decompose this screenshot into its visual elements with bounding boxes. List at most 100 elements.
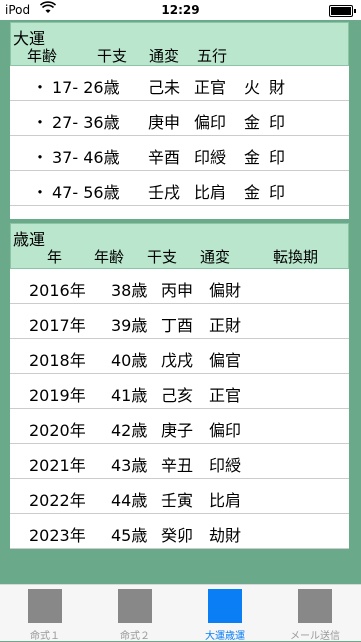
- col-age: 年齢: [94, 248, 125, 266]
- sainun-row[interactable]: 2021年 43歳 辛丑 印綬: [10, 444, 349, 479]
- daiun-gogyo2: 比: [269, 214, 285, 219]
- daiun-bullet: ・: [32, 113, 49, 132]
- sainun-panel: 歳運 年 年齢 干支 通変 転換期 2016年 38歳 丙申 偏財 2017年 39歳 丁酉…: [10, 223, 349, 549]
- sainun-year: 2018年: [29, 351, 86, 370]
- square-icon: [298, 589, 332, 623]
- sainun-kanshi: 壬寅: [161, 491, 194, 510]
- sainun-kanshi: 辛丑: [161, 456, 194, 475]
- sainun-row[interactable]: 2018年 40歳 戊戌 偏官: [10, 339, 349, 374]
- daiun-gogyo1: 水: [244, 214, 260, 219]
- sainun-year: 2016年: [29, 281, 86, 300]
- col-tsuhen: 通変: [149, 47, 180, 65]
- daiun-kanshi: 己未: [148, 78, 181, 97]
- sainun-kanshi: 丙申: [161, 281, 194, 300]
- col-tsuhen: 通変: [200, 248, 231, 266]
- col-kanshi: 干支: [147, 248, 178, 266]
- sainun-tsuhen: 印綬: [209, 456, 242, 475]
- daiun-gogyo1: 金: [244, 183, 261, 202]
- daiun-tsuhen: 比肩: [194, 183, 227, 202]
- col-tenkanki: 転換期: [273, 248, 319, 266]
- sainun-kanshi: 庚子: [161, 421, 194, 440]
- status-bar: iPod 12:29: [0, 0, 361, 20]
- daiun-gogyo1: 金: [244, 113, 261, 132]
- sainun-year: 2019年: [29, 386, 86, 405]
- daiun-row[interactable]: ・ 17- 26歳 己未 正官火財: [10, 66, 349, 101]
- daiun-row[interactable]: ・ 47- 56歳 壬戌 比肩金印: [10, 171, 349, 206]
- daiun-age: 27- 36歳: [52, 113, 120, 132]
- daiun-gogyo2: 印: [269, 183, 286, 202]
- sainun-row[interactable]: 2023年 45歳 癸卯 劫財: [10, 514, 349, 549]
- daiun-kanshi: 庚申: [148, 113, 181, 132]
- daiun-title: 大運: [13, 29, 46, 48]
- daiun-row[interactable]: ・ 57- 66歳 癸亥 劫財 水 比: [10, 206, 349, 219]
- daiun-bullet: ・: [32, 183, 49, 202]
- daiun-gogyo2: 印: [269, 148, 286, 167]
- col-year: 年: [47, 248, 63, 266]
- daiun-bullet: ・: [32, 148, 49, 167]
- sainun-tsuhen: 偏印: [209, 421, 242, 440]
- sainun-tsuhen: 偏財: [209, 281, 242, 300]
- sainun-tsuhen: 正財: [209, 316, 242, 335]
- sainun-row[interactable]: 2022年 44歳 壬寅 比肩: [10, 479, 349, 514]
- daiun-tsuhen: 正官: [194, 78, 227, 97]
- daiun-gogyo2: 印: [269, 113, 286, 132]
- tab-3[interactable]: メール送信: [270, 585, 360, 642]
- daiun-age: 57- 66歳: [52, 214, 120, 219]
- col-age: 年齢: [27, 47, 58, 65]
- sainun-age: 42歳: [111, 421, 148, 440]
- daiun-tsuhen: 印綬: [194, 148, 227, 167]
- daiun-age: 47- 56歳: [52, 183, 120, 202]
- sainun-year: 2023年: [29, 526, 86, 545]
- daiun-gogyo1: 火: [244, 78, 261, 97]
- col-kanshi: 干支: [97, 47, 128, 65]
- square-icon: [28, 589, 62, 623]
- daiun-row[interactable]: ・ 27- 36歳 庚申 偏印金印: [10, 101, 349, 136]
- sainun-year: 2022年: [29, 491, 86, 510]
- sainun-year: 2017年: [29, 316, 86, 335]
- sainun-age: 38歳: [111, 281, 148, 300]
- battery-icon: [329, 5, 356, 17]
- tab-1[interactable]: 命式２: [90, 585, 180, 642]
- tab-0[interactable]: 命式１: [0, 585, 90, 642]
- daiun-kanshi: 癸亥: [148, 214, 180, 219]
- sainun-row[interactable]: 2020年 42歳 庚子 偏印: [10, 409, 349, 444]
- daiun-panel: 大運 年齢 干支 通変 五行 ・ 17- 26歳 己未 正官火財・ 27- 36歳 庚申偏…: [10, 22, 349, 219]
- daiun-kanshi: 辛酉: [148, 148, 181, 167]
- daiun-kanshi: 壬戌: [148, 183, 181, 202]
- col-gogyo: 五行: [197, 47, 228, 65]
- sainun-kanshi: 癸卯: [161, 526, 194, 545]
- tab-2[interactable]: 大運歳運: [180, 585, 270, 642]
- sainun-list[interactable]: 2016年 38歳 丙申 偏財 2017年 39歳 丁酉 正財 2018年 40歳 戊戌 偏官 2019…: [10, 269, 349, 549]
- status-time: 12:29: [161, 3, 200, 17]
- daiun-list[interactable]: ・ 17- 26歳 己未 正官火財・ 27- 36歳 庚申 偏印金印・ 37- 46歳 辛酉 印綬…: [10, 66, 349, 219]
- sainun-tsuhen: 正官: [209, 386, 242, 405]
- sainun-age: 39歳: [111, 316, 148, 335]
- sainun-year: 2020年: [29, 421, 86, 440]
- daiun-gogyo1: 金: [244, 148, 261, 167]
- sainun-age: 45歳: [111, 526, 148, 545]
- sainun-age: 41歳: [111, 386, 148, 405]
- sainun-row[interactable]: 2019年 41歳 己亥 正官: [10, 374, 349, 409]
- sainun-title: 歳運: [13, 230, 46, 249]
- daiun-header: 大運 年齢 干支 通変 五行: [10, 22, 349, 66]
- sainun-kanshi: 丁酉: [161, 316, 194, 335]
- sainun-tsuhen: 劫財: [209, 526, 242, 545]
- square-icon: [208, 589, 242, 623]
- sainun-age: 44歳: [111, 491, 148, 510]
- daiun-gogyo2: 財: [269, 78, 286, 97]
- sainun-row[interactable]: 2016年 38歳 丙申 偏財: [10, 269, 349, 304]
- tab-bar: 命式１ 命式２ 大運歳運 メール送信: [0, 584, 361, 642]
- sainun-tsuhen: 比肩: [209, 491, 242, 510]
- daiun-tsuhen: 劫財: [194, 214, 226, 219]
- daiun-age: 17- 26歳: [52, 78, 120, 97]
- sainun-row[interactable]: 2017年 39歳 丁酉 正財: [10, 304, 349, 339]
- daiun-bullet: ・: [32, 214, 48, 219]
- sainun-kanshi: 己亥: [161, 386, 194, 405]
- daiun-bullet: ・: [32, 78, 49, 97]
- daiun-tsuhen: 偏印: [194, 113, 227, 132]
- sainun-kanshi: 戊戌: [161, 351, 194, 370]
- daiun-row[interactable]: ・ 37- 46歳 辛酉 印綬金印: [10, 136, 349, 171]
- sainun-age: 40歳: [111, 351, 148, 370]
- sainun-tsuhen: 偏官: [209, 351, 242, 370]
- square-icon: [118, 589, 152, 623]
